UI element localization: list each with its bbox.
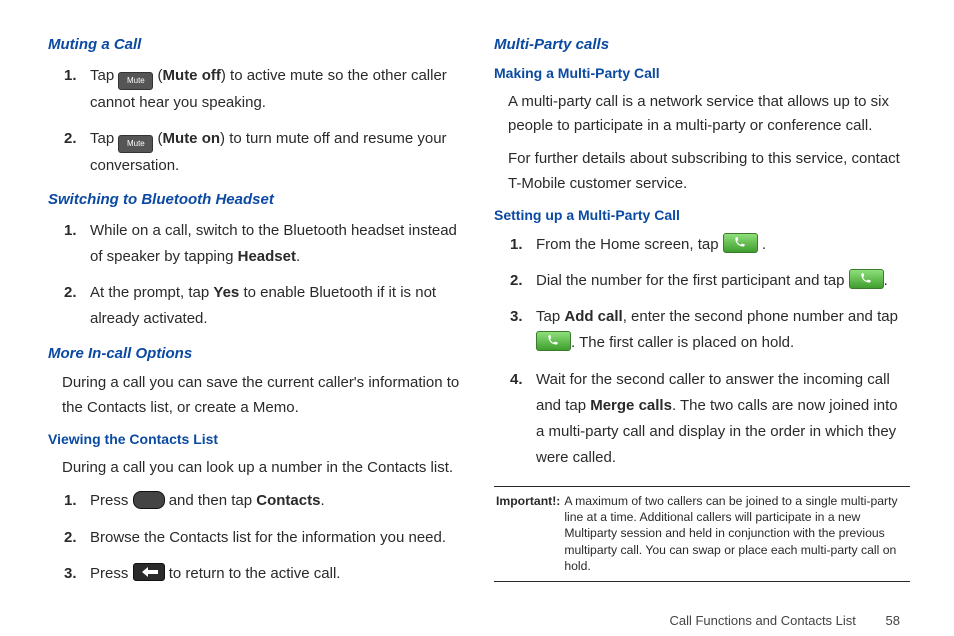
important-text: A maximum of two callers can be joined t… <box>564 493 908 575</box>
page-footer: Call Functions and Contacts List 58 <box>48 597 910 628</box>
list-item: Browse the Contacts list for the informa… <box>90 525 464 551</box>
step-bold: Headset <box>238 248 296 265</box>
list-item: Press and then tap Contacts. <box>90 488 464 514</box>
body-text: For further details about subscribing to… <box>508 147 910 197</box>
step-text: to return to the active call. <box>169 565 341 582</box>
setting-steps: From the Home screen, tap . Dial the num… <box>494 232 910 472</box>
list-item: Tap Mute (Mute on) to turn mute off and … <box>90 126 464 179</box>
list-item: At the prompt, tap Yes to enable Bluetoo… <box>90 280 464 333</box>
menu-button-icon <box>133 491 165 509</box>
step-text: . The first caller is placed on hold. <box>571 334 794 351</box>
step-bold: Contacts <box>256 492 320 509</box>
step-text: From the Home screen, tap <box>536 236 723 253</box>
list-item: Tap Add call, enter the second phone num… <box>536 304 910 357</box>
step-text: Tap <box>90 130 118 147</box>
step-text: . <box>884 272 888 289</box>
heading-setting-multiparty: Setting up a Multi-Party Call <box>494 205 910 226</box>
list-item: Dial the number for the first participan… <box>536 268 910 294</box>
body-text: During a call you can look up a number i… <box>62 456 464 481</box>
step-bold: Merge calls <box>590 397 672 414</box>
step-text: At the prompt, tap <box>90 284 213 301</box>
important-note: Important!: A maximum of two callers can… <box>494 486 910 582</box>
important-label: Important!: <box>496 493 564 575</box>
body-text: During a call you can save the current c… <box>62 371 464 421</box>
heading-more-options: More In-call Options <box>48 343 464 366</box>
step-text: Press <box>90 492 133 509</box>
back-button-icon <box>133 563 165 581</box>
footer-section: Call Functions and Contacts List <box>669 613 855 628</box>
heading-muting-call: Muting a Call <box>48 34 464 57</box>
heading-making-multiparty: Making a Multi-Party Call <box>494 63 910 84</box>
step-text: Press <box>90 565 133 582</box>
step-bold: Mute on <box>163 130 221 147</box>
manual-page: Muting a Call Tap Mute (Mute off) to act… <box>0 0 954 636</box>
two-column-layout: Muting a Call Tap Mute (Mute off) to act… <box>48 30 910 597</box>
step-text: Browse the Contacts list for the informa… <box>90 529 446 546</box>
list-item: Press to return to the active call. <box>90 561 464 587</box>
mute-icon: Mute <box>118 135 153 153</box>
step-bold: Yes <box>213 284 239 301</box>
step-text: Tap <box>90 67 118 84</box>
step-bold: Mute off <box>163 67 221 84</box>
heading-bluetooth: Switching to Bluetooth Headset <box>48 189 464 212</box>
heading-multiparty: Multi-Party calls <box>494 34 910 57</box>
mute-icon: Mute <box>118 72 153 90</box>
contacts-steps: Press and then tap Contacts. Browse the … <box>48 488 464 587</box>
phone-call-icon <box>723 233 758 253</box>
list-item: From the Home screen, tap . <box>536 232 910 258</box>
phone-call-icon <box>536 331 571 351</box>
left-column: Muting a Call Tap Mute (Mute off) to act… <box>48 30 464 597</box>
phone-call-icon <box>849 269 884 289</box>
step-text: , enter the second phone number and tap <box>623 308 898 325</box>
step-text: and then tap <box>169 492 257 509</box>
bluetooth-steps: While on a call, switch to the Bluetooth… <box>48 218 464 333</box>
list-item: While on a call, switch to the Bluetooth… <box>90 218 464 271</box>
list-item: Tap Mute (Mute off) to active mute so th… <box>90 63 464 116</box>
list-item: Wait for the second caller to answer the… <box>536 367 910 472</box>
muting-steps: Tap Mute (Mute off) to active mute so th… <box>48 63 464 180</box>
right-column: Multi-Party calls Making a Multi-Party C… <box>494 30 910 597</box>
step-bold: Add call <box>564 308 622 325</box>
step-text: . <box>762 236 766 253</box>
step-text: . <box>296 248 300 265</box>
heading-contacts-list: Viewing the Contacts List <box>48 429 464 450</box>
page-number: 58 <box>886 613 900 628</box>
step-text: Dial the number for the first participan… <box>536 272 849 289</box>
step-text: Tap <box>536 308 564 325</box>
body-text: A multi-party call is a network service … <box>508 90 910 140</box>
step-text: . <box>320 492 324 509</box>
